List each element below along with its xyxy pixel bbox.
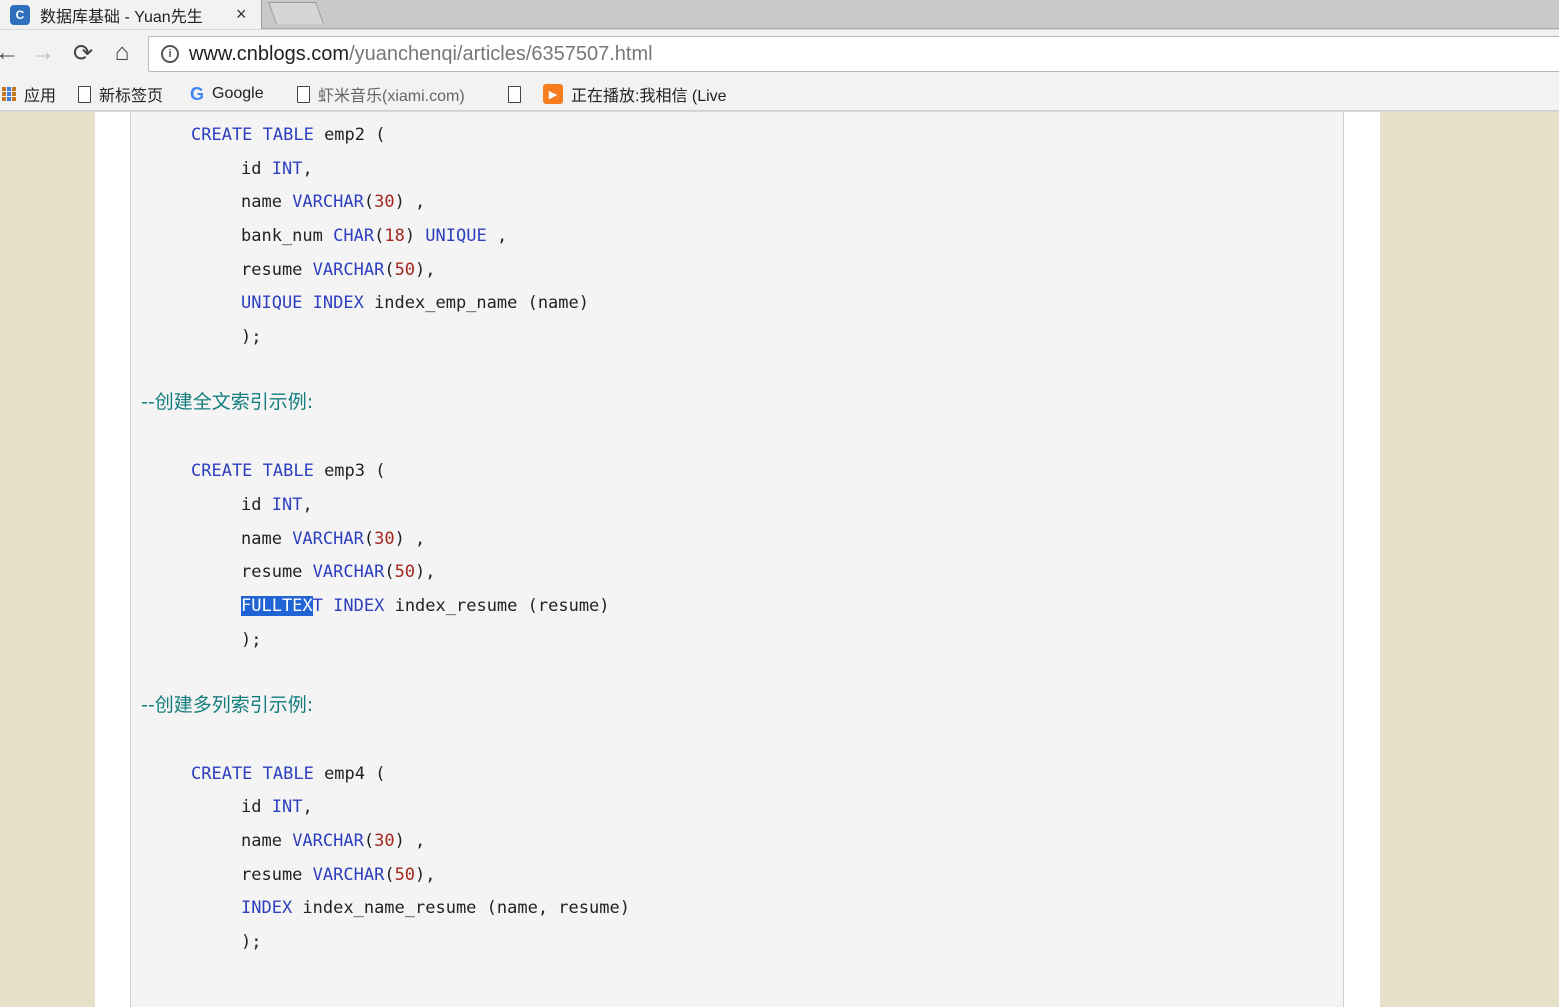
code-line: id INT, bbox=[241, 797, 313, 817]
code-line[interactable]: FULLTEXT INDEX index_resume (resume) bbox=[241, 591, 610, 621]
bookmark-label: 正在播放:我相信 (Live bbox=[571, 88, 727, 105]
browser-toolbar: ← → ⟳ ⌂ i www.cnblogs.com/yuanchenqi/art… bbox=[0, 30, 1559, 78]
code-line: name VARCHAR(30) , bbox=[241, 192, 426, 212]
bookmark-blank[interactable] bbox=[508, 82, 529, 106]
google-icon: G bbox=[190, 83, 205, 104]
code-line: UNIQUE INDEX index_emp_name (name) bbox=[241, 293, 589, 313]
bookmark-apps[interactable]: 应用 bbox=[2, 82, 56, 106]
code-comment: --创建多列索引示例: bbox=[141, 694, 314, 716]
code-line: CREATE TABLE emp4 ( bbox=[191, 764, 386, 784]
code-line: resume VARCHAR(50), bbox=[241, 260, 436, 280]
code-line: INDEX index_name_resume (name, resume) bbox=[241, 898, 630, 918]
code-line: bank_num CHAR(18) UNIQUE , bbox=[241, 226, 508, 246]
code-line: id INT, bbox=[241, 159, 313, 179]
page-icon bbox=[297, 85, 310, 103]
site-info-icon[interactable]: i bbox=[161, 45, 179, 63]
code-comment: --创建全文索引示例: bbox=[141, 391, 314, 413]
bookmark-new-tab[interactable]: 新标签页 bbox=[78, 82, 163, 106]
page-background: CREATE TABLE emp2 ( id INT, name VARCHAR… bbox=[0, 112, 1559, 1007]
bookmark-now-playing[interactable]: ▶ 正在播放:我相信 (Live bbox=[543, 82, 727, 106]
code-line: id INT, bbox=[241, 495, 313, 515]
play-icon: ▶ bbox=[543, 84, 563, 104]
sql-code: CREATE TABLE emp2 ( id INT, name VARCHAR… bbox=[141, 118, 630, 952]
bookmarks-bar: 应用 新标签页 G Google 虾米音乐(xiami.com) ▶ 正在播放:… bbox=[0, 78, 1559, 111]
bookmark-label: Google bbox=[212, 85, 264, 102]
bookmark-google[interactable]: G Google bbox=[190, 82, 264, 106]
code-line: ); bbox=[241, 932, 262, 952]
back-arrow-icon[interactable]: ← bbox=[0, 38, 22, 68]
new-tab-button[interactable] bbox=[267, 2, 325, 24]
reload-icon[interactable]: ⟳ bbox=[68, 38, 98, 68]
page-icon bbox=[508, 85, 521, 103]
code-line: ); bbox=[241, 327, 262, 347]
url-path: /yuanchenqi/articles/6357507.html bbox=[349, 42, 653, 65]
page-icon bbox=[78, 85, 91, 103]
cnblogs-favicon-icon: C bbox=[10, 4, 30, 25]
tab-close-icon[interactable]: × bbox=[236, 0, 247, 29]
url-host: www.cnblogs.com bbox=[189, 42, 350, 65]
url-text[interactable]: www.cnblogs.com/yuanchenqi/articles/6357… bbox=[189, 43, 653, 66]
address-bar[interactable]: i www.cnblogs.com/yuanchenqi/articles/63… bbox=[148, 36, 1559, 72]
bookmark-label: 应用 bbox=[24, 88, 57, 105]
home-icon[interactable]: ⌂ bbox=[107, 38, 137, 68]
apps-grid-icon bbox=[2, 87, 16, 101]
bookmark-label: 新标签页 bbox=[99, 88, 164, 105]
code-line: CREATE TABLE emp3 ( bbox=[191, 461, 386, 481]
text-selection: FULLTEX bbox=[241, 596, 313, 616]
browser-tab[interactable]: C 数据库基础 - Yuan先生 × bbox=[0, 0, 262, 29]
forward-arrow-icon[interactable]: → bbox=[28, 38, 58, 68]
bookmark-xiami[interactable]: 虾米音乐(xiami.com) bbox=[297, 82, 465, 106]
code-line: name VARCHAR(30) , bbox=[241, 529, 426, 549]
code-line: name VARCHAR(30) , bbox=[241, 831, 426, 851]
code-line: CREATE TABLE emp2 ( bbox=[191, 125, 386, 145]
tab-title: 数据库基础 - Yuan先生 bbox=[40, 8, 203, 26]
code-line: ); bbox=[241, 630, 262, 650]
bookmark-label: 虾米音乐(xiami.com) bbox=[318, 88, 465, 105]
code-line: resume VARCHAR(50), bbox=[241, 562, 436, 582]
code-line: resume VARCHAR(50), bbox=[241, 865, 436, 885]
tab-strip: C 数据库基础 - Yuan先生 × bbox=[0, 0, 1559, 29]
